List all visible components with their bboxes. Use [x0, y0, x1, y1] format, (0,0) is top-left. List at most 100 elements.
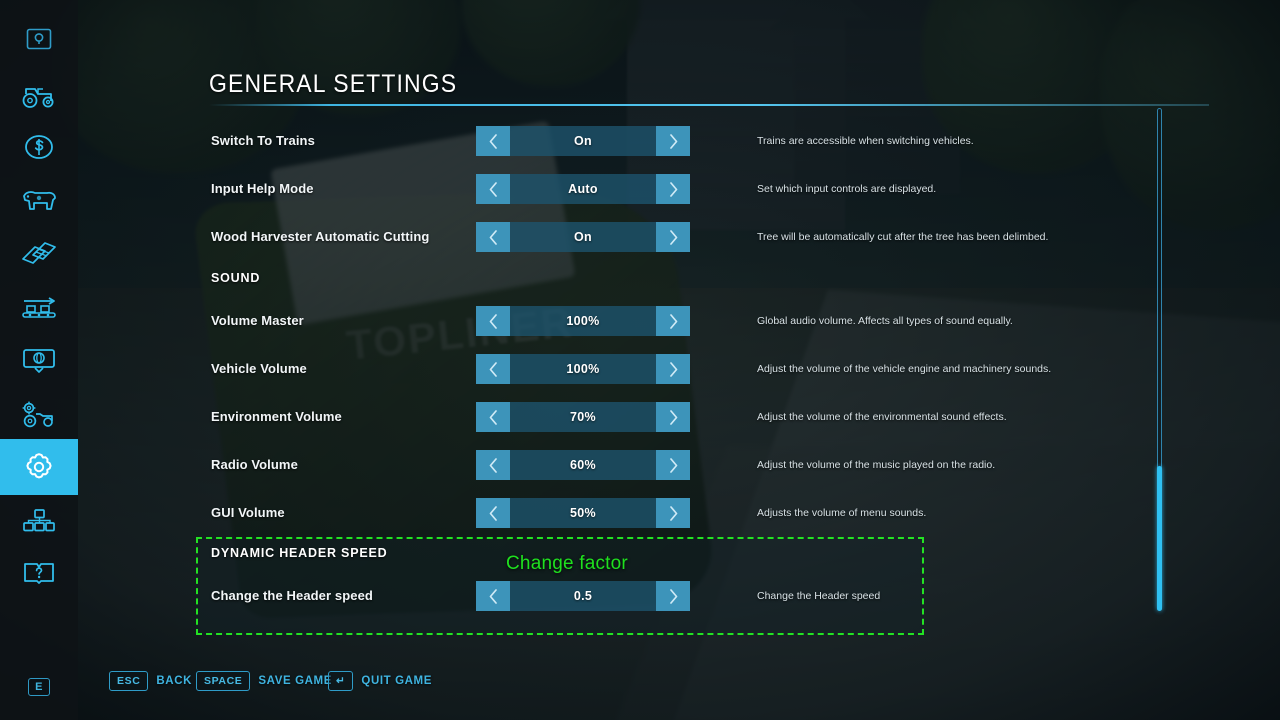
- stepper-prev-button[interactable]: [476, 354, 510, 384]
- sidebar-item-production[interactable]: [0, 281, 78, 335]
- setting-stepper[interactable]: 60%: [476, 450, 690, 480]
- setting-row-change-the-header-speed: Change the Header speed 0.5 Change the H…: [78, 581, 1178, 611]
- sidebar-key-label: E: [28, 678, 50, 696]
- footer-actions: ESC BACK SPACE SAVE GAME ↵ QUIT GAME: [78, 664, 1280, 704]
- sidebar-item-finances[interactable]: [0, 120, 78, 174]
- stepper-value: 60%: [510, 450, 656, 480]
- stepper-value: 70%: [510, 402, 656, 432]
- gear-icon: [23, 451, 55, 483]
- setting-stepper[interactable]: On: [476, 126, 690, 156]
- stepper-value: 100%: [510, 306, 656, 336]
- footer-label-quit-game: QUIT GAME: [361, 675, 432, 687]
- setting-label: Radio Volume: [211, 457, 298, 472]
- sidebar-key-badge[interactable]: E: [0, 660, 78, 714]
- stepper-prev-button[interactable]: [476, 498, 510, 528]
- settings-panel: GENERAL SETTINGS Switch To Trains On Tra…: [78, 0, 1280, 720]
- stepper-prev-button[interactable]: [476, 306, 510, 336]
- section-heading-dynamic-header-speed: DYNAMIC HEADER SPEED: [211, 546, 388, 560]
- stepper-prev-button[interactable]: [476, 126, 510, 156]
- sidebar-item-vehicle-config[interactable]: [0, 387, 78, 441]
- stepper-next-button[interactable]: [656, 450, 690, 480]
- stepper-prev-button[interactable]: [476, 402, 510, 432]
- stepper-prev-button[interactable]: [476, 174, 510, 204]
- setting-stepper[interactable]: Auto: [476, 174, 690, 204]
- setting-row-gui-volume: GUI Volume 50% Adjusts the volume of men…: [78, 498, 1178, 528]
- setting-row-volume-master: Volume Master 100% Global audio volume. …: [78, 306, 1178, 336]
- stepper-prev-button[interactable]: [476, 222, 510, 252]
- footer-action-quit-game[interactable]: ↵ QUIT GAME: [328, 664, 432, 698]
- documents-icon: [21, 241, 57, 269]
- tractor-icon: [21, 81, 57, 109]
- key-q-icon: [26, 26, 52, 52]
- setting-description: Adjust the volume of the vehicle engine …: [757, 363, 1052, 375]
- stepper-value: 50%: [510, 498, 656, 528]
- setting-row-environment-volume: Environment Volume 70% Adjust the volume…: [78, 402, 1178, 432]
- footer-key-backspace: ↵: [328, 671, 354, 691]
- setting-stepper[interactable]: 100%: [476, 354, 690, 384]
- setting-label: Vehicle Volume: [211, 361, 307, 376]
- sidebar-item-map-overview[interactable]: [0, 334, 78, 388]
- setting-description: Change the Header speed: [757, 590, 881, 602]
- setting-label: Change the Header speed: [211, 588, 373, 603]
- setting-description: Tree will be automatically cut after the…: [757, 231, 1049, 243]
- setting-stepper[interactable]: 0.5: [476, 581, 690, 611]
- network-nodes-icon: [22, 508, 56, 534]
- stepper-prev-button[interactable]: [476, 450, 510, 480]
- setting-stepper[interactable]: 70%: [476, 402, 690, 432]
- setting-stepper[interactable]: 50%: [476, 498, 690, 528]
- stepper-value: On: [510, 222, 656, 252]
- stepper-next-button[interactable]: [656, 402, 690, 432]
- setting-description: Global audio volume. Affects all types o…: [757, 315, 1013, 327]
- setting-row-radio-volume: Radio Volume 60% Adjust the volume of th…: [78, 450, 1178, 480]
- title-underline: [209, 104, 1209, 106]
- section-heading-sound: SOUND: [211, 271, 261, 285]
- sidebar-item-vehicles[interactable]: [0, 68, 78, 122]
- setting-description: Set which input controls are displayed.: [757, 183, 937, 195]
- page-title: GENERAL SETTINGS: [209, 70, 458, 98]
- gear-tractor-icon: [20, 400, 58, 428]
- sidebar-item-animals[interactable]: [0, 174, 78, 228]
- sidebar-item-game-settings[interactable]: [0, 439, 78, 495]
- footer-action-save-game[interactable]: SPACE SAVE GAME: [196, 664, 332, 698]
- setting-label: GUI Volume: [211, 505, 285, 520]
- cow-icon: [20, 187, 58, 215]
- stepper-next-button[interactable]: [656, 222, 690, 252]
- setting-stepper[interactable]: On: [476, 222, 690, 252]
- book-question-icon: [22, 560, 56, 588]
- monitor-globe-icon: [22, 347, 56, 375]
- stepper-next-button[interactable]: [656, 581, 690, 611]
- sidebar-item-keybinding-q[interactable]: [0, 12, 78, 66]
- setting-description: Trains are accessible when switching veh…: [757, 135, 974, 147]
- setting-label: Volume Master: [211, 313, 304, 328]
- setting-stepper[interactable]: 100%: [476, 306, 690, 336]
- setting-description: Adjust the volume of the environmental s…: [757, 411, 1007, 423]
- stepper-value: Auto: [510, 174, 656, 204]
- sidebar-item-multiplayer[interactable]: [0, 494, 78, 548]
- sidebar-item-contracts[interactable]: [0, 228, 78, 282]
- setting-label: Switch To Trains: [211, 133, 315, 148]
- sidebar-item-help[interactable]: [0, 547, 78, 601]
- stepper-next-button[interactable]: [656, 498, 690, 528]
- stepper-next-button[interactable]: [656, 126, 690, 156]
- footer-label-back: BACK: [156, 675, 193, 687]
- setting-label: Environment Volume: [211, 409, 342, 424]
- setting-description: Adjusts the volume of menu sounds.: [757, 507, 927, 519]
- setting-row-switch-to-trains: Switch To Trains On Trains are accessibl…: [78, 126, 1178, 156]
- stepper-prev-button[interactable]: [476, 581, 510, 611]
- setting-row-wood-harvester-automatic-cutting: Wood Harvester Automatic Cutting On Tree…: [78, 222, 1178, 252]
- setting-description: Adjust the volume of the music played on…: [757, 459, 996, 471]
- stepper-value: 100%: [510, 354, 656, 384]
- setting-label: Input Help Mode: [211, 181, 314, 196]
- stepper-value: On: [510, 126, 656, 156]
- scrollbar-thumb[interactable]: [1157, 466, 1162, 611]
- footer-label-save-game: SAVE GAME: [258, 675, 332, 687]
- sidebar: E: [0, 0, 78, 720]
- setting-row-input-help-mode: Input Help Mode Auto Set which input con…: [78, 174, 1178, 204]
- stepper-next-button[interactable]: [656, 174, 690, 204]
- footer-key-esc: ESC: [109, 671, 149, 691]
- stepper-next-button[interactable]: [656, 306, 690, 336]
- footer-action-back[interactable]: ESC BACK: [109, 664, 192, 698]
- annotation-change-factor: Change factor: [506, 553, 628, 574]
- stepper-next-button[interactable]: [656, 354, 690, 384]
- conveyor-belt-icon: [20, 294, 58, 322]
